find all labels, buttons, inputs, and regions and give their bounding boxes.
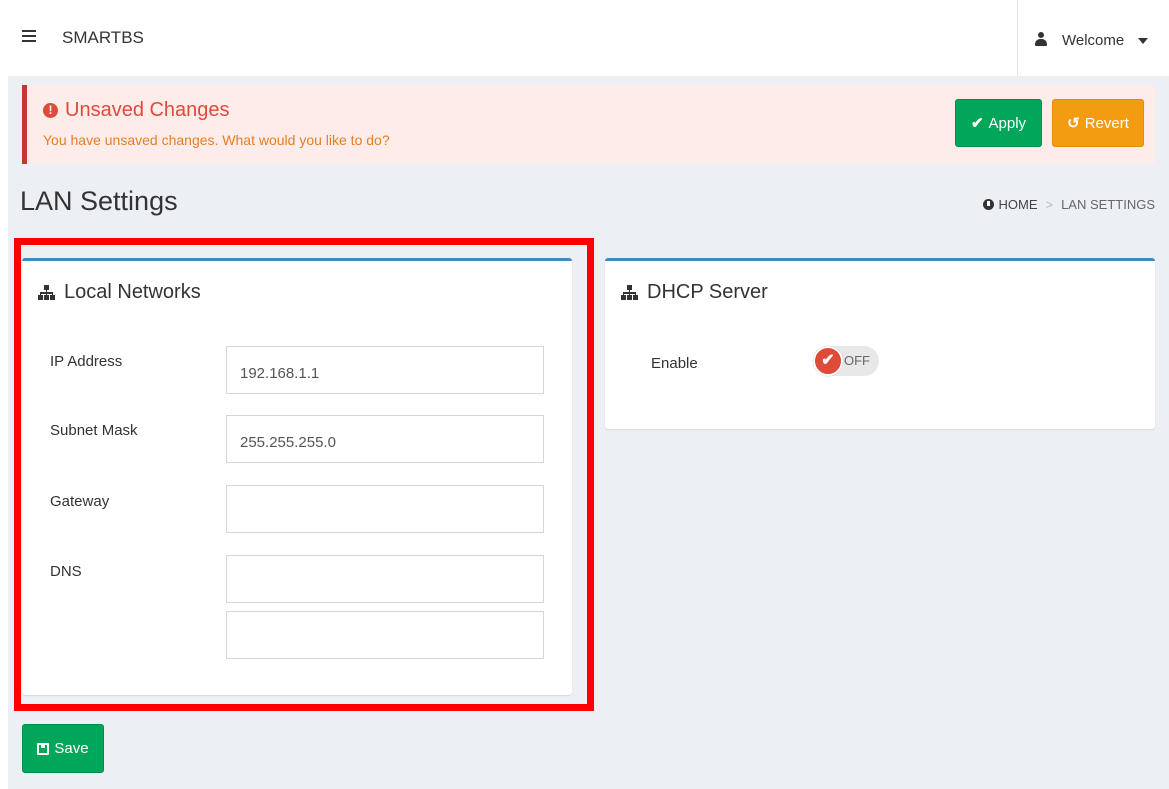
- dns-primary-input[interactable]: [226, 555, 544, 603]
- alert-title-text: Unsaved Changes: [65, 99, 230, 121]
- caret-down-icon: [1138, 38, 1148, 44]
- subnet-mask-input[interactable]: [226, 415, 544, 463]
- brand-name[interactable]: SMARTBS: [62, 28, 144, 48]
- dhcp-enable-toggle[interactable]: ✔ OFF: [813, 346, 879, 376]
- dhcp-enable-label: Enable: [651, 355, 698, 372]
- local-networks-title: Local Networks: [38, 281, 201, 304]
- user-icon: [1035, 32, 1047, 46]
- alert-message: You have unsaved changes. What would you…: [43, 132, 390, 148]
- revert-button[interactable]: ↺ Revert: [1052, 99, 1144, 147]
- undo-icon: ↺: [1067, 115, 1080, 132]
- revert-button-label: Revert: [1084, 114, 1129, 132]
- dhcp-server-panel: DHCP Server Enable ✔ OFF: [605, 258, 1155, 429]
- breadcrumb-current: LAN SETTINGS: [1061, 197, 1155, 212]
- user-menu[interactable]: Welcome: [1017, 0, 1169, 76]
- breadcrumb: HOME > LAN SETTINGS: [983, 197, 1155, 212]
- sitemap-icon: [38, 285, 55, 300]
- alert-title: ! Unsaved Changes: [43, 99, 230, 122]
- exclamation-circle-icon: !: [43, 103, 58, 118]
- unsaved-changes-alert: ! Unsaved Changes You have unsaved chang…: [22, 85, 1155, 164]
- save-button[interactable]: Save: [22, 724, 104, 773]
- dhcp-server-title: DHCP Server: [621, 281, 768, 304]
- floppy-disk-icon: [37, 742, 50, 755]
- ip-address-label: IP Address: [50, 353, 123, 370]
- check-icon: ✔: [970, 115, 984, 132]
- ip-address-input[interactable]: [226, 346, 544, 394]
- page-title: LAN Settings: [20, 186, 178, 216]
- sitemap-icon: [621, 285, 638, 300]
- top-navbar: SMARTBS Welcome: [0, 0, 1169, 76]
- apply-button-label: Apply: [988, 114, 1027, 132]
- subnet-mask-label: Subnet Mask: [50, 422, 138, 439]
- apply-button[interactable]: ✔ Apply: [955, 99, 1042, 147]
- breadcrumb-separator: >: [1045, 197, 1054, 212]
- dns-secondary-input[interactable]: [226, 611, 544, 659]
- user-menu-label: Welcome: [1062, 32, 1125, 49]
- content-area: ! Unsaved Changes You have unsaved chang…: [8, 76, 1169, 789]
- toggle-state-label: OFF: [844, 353, 870, 368]
- hamburger-menu-icon[interactable]: [22, 30, 36, 44]
- gateway-label: Gateway: [50, 493, 110, 510]
- save-button-label: Save: [54, 740, 89, 757]
- dashboard-icon: [983, 199, 995, 210]
- local-networks-title-text: Local Networks: [64, 281, 201, 303]
- dns-label: DNS: [50, 563, 82, 580]
- check-circle-icon: ✔: [813, 346, 843, 376]
- dhcp-server-title-text: DHCP Server: [647, 281, 768, 303]
- gateway-input[interactable]: [226, 485, 544, 533]
- local-networks-panel: Local Networks IP Address Subnet Mask Ga…: [22, 258, 572, 695]
- breadcrumb-home[interactable]: HOME: [998, 197, 1037, 212]
